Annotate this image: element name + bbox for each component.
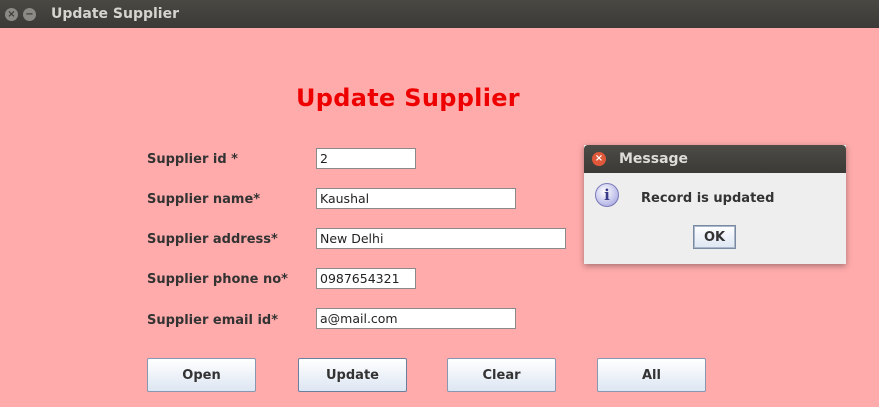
supplier-phone-label: Supplier phone no* [147, 272, 288, 287]
supplier-id-label: Supplier id * [147, 152, 238, 167]
open-button[interactable]: Open [147, 358, 256, 392]
dialog-title: Message [619, 151, 689, 167]
ok-button[interactable]: OK [693, 225, 736, 249]
info-icon: i [595, 183, 619, 207]
dialog-titlebar: × Message [584, 145, 846, 173]
supplier-address-field[interactable] [316, 228, 566, 249]
window-minimize-icon[interactable]: − [23, 8, 36, 21]
supplier-email-label: Supplier email id* [147, 313, 279, 328]
dialog-close-icon[interactable]: × [592, 152, 606, 166]
update-button[interactable]: Update [298, 358, 407, 392]
supplier-address-label: Supplier address* [147, 232, 278, 247]
supplier-id-field[interactable] [316, 148, 416, 169]
window-titlebar: × − Update Supplier [0, 0, 879, 28]
clear-button[interactable]: Clear [447, 358, 556, 392]
supplier-name-label: Supplier name* [147, 192, 261, 207]
supplier-name-field[interactable] [316, 188, 516, 209]
page-title: Update Supplier [296, 84, 520, 112]
supplier-email-field[interactable] [316, 308, 516, 329]
message-dialog: × Message i Record is updated OK [584, 145, 846, 264]
dialog-message: Record is updated [641, 191, 775, 206]
window-close-icon[interactable]: × [5, 8, 18, 21]
all-button[interactable]: All [597, 358, 706, 392]
window-title: Update Supplier [51, 6, 180, 22]
supplier-phone-field[interactable] [316, 268, 416, 289]
